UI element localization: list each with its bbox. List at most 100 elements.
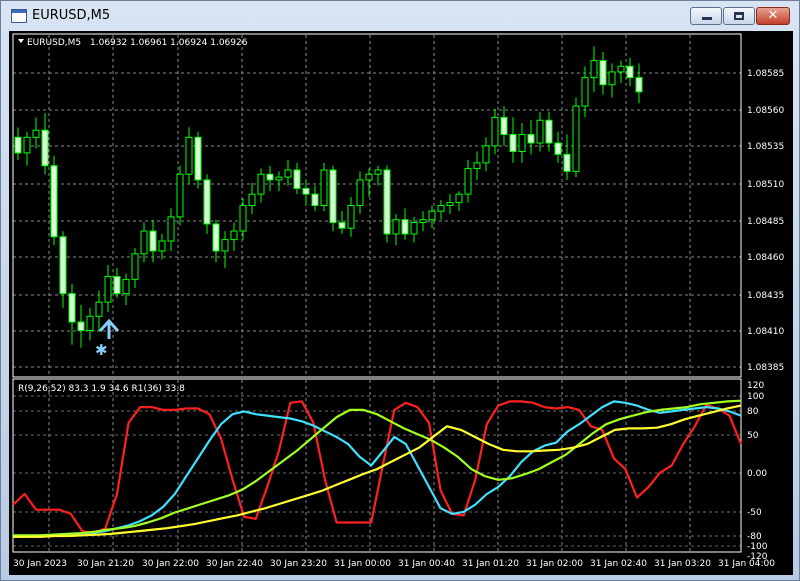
time-axis: 30 Jan 2023 30 Jan 21:20 30 Jan 22:00 30… xyxy=(13,559,775,569)
candle-body xyxy=(23,136,31,154)
close-button[interactable]: ✕ xyxy=(756,7,790,25)
chart-menu-triangle-icon[interactable] xyxy=(18,39,24,43)
candle-body xyxy=(572,105,580,172)
candle-body xyxy=(140,230,148,255)
candle-body xyxy=(635,77,643,93)
minimize-icon xyxy=(702,17,712,20)
price-tick-label: 1.08385 xyxy=(747,363,784,373)
candle-body xyxy=(500,116,508,135)
candle-body xyxy=(482,145,490,164)
time-tick-label: 31 Jan 02:40 xyxy=(590,559,647,569)
candle-body xyxy=(293,169,301,189)
candle-body xyxy=(437,205,445,212)
candle-body xyxy=(419,219,427,224)
candle-body xyxy=(194,136,202,181)
candle-body xyxy=(338,222,346,229)
candle-body xyxy=(473,162,481,170)
price-tick-label: 1.08510 xyxy=(747,180,784,190)
candle-body xyxy=(446,202,454,207)
candle-body xyxy=(32,129,40,138)
candle-body xyxy=(401,219,409,235)
candle-body xyxy=(599,60,607,86)
candle-body xyxy=(149,230,157,252)
candle-body xyxy=(356,179,364,207)
candle-body xyxy=(374,169,382,175)
time-tick-label: 31 Jan 04:00 xyxy=(718,559,775,569)
candle-body xyxy=(608,71,616,86)
maximize-button[interactable] xyxy=(723,7,755,25)
candle-body xyxy=(302,187,310,195)
candle-body xyxy=(347,205,355,229)
candle-body xyxy=(320,169,328,207)
candle-body xyxy=(41,129,49,167)
indicator-lines xyxy=(12,399,743,538)
indicator-tick-label: 100 xyxy=(747,392,764,402)
time-tick-label: 30 Jan 22:00 xyxy=(142,559,199,569)
candle-body xyxy=(563,153,571,172)
indicator-tick-label: 120 xyxy=(747,381,764,391)
chart-canvas[interactable]: EURUSD,M5 1.06932 1.06961 1.06924 1.0692… xyxy=(9,31,793,575)
indicator-tick-label: 0.00 xyxy=(747,469,767,479)
candle-body xyxy=(311,193,319,206)
candle-body xyxy=(230,230,238,241)
time-tick-label: 31 Jan 00:40 xyxy=(398,559,455,569)
candle-body xyxy=(113,276,121,295)
time-tick-label: 31 Jan 00:00 xyxy=(334,559,391,569)
candle-body xyxy=(383,169,391,235)
candle-body xyxy=(464,168,472,195)
indicator-tick-label: 50 xyxy=(747,431,759,441)
chart-window-icon xyxy=(11,9,27,23)
time-tick-label: 30 Jan 23:20 xyxy=(270,559,327,569)
indicator-tick-label: -50 xyxy=(747,508,762,518)
candle-body xyxy=(554,142,562,155)
price-tick-label: 1.08485 xyxy=(747,217,784,227)
candle-body xyxy=(212,223,220,252)
chart-symbol-label: EURUSD,M5 xyxy=(27,38,81,48)
candle-body xyxy=(167,216,175,242)
candle-body xyxy=(257,173,265,195)
indicator-tick-label: -100 xyxy=(747,542,768,552)
window-title: EURUSD,M5 xyxy=(32,8,111,23)
candle-body xyxy=(248,193,256,206)
candle-body xyxy=(50,165,58,238)
candle-body xyxy=(455,193,463,204)
candle-body xyxy=(626,65,634,79)
candle-body xyxy=(86,315,94,332)
time-tick-label: 31 Jan 02:00 xyxy=(526,559,583,569)
candle-body xyxy=(590,60,598,79)
maximize-icon xyxy=(734,12,744,20)
price-tick-label: 1.08535 xyxy=(747,142,784,152)
candle-body xyxy=(329,169,337,224)
minimize-button[interactable] xyxy=(690,7,722,25)
price-tick-label: 1.08560 xyxy=(747,106,784,116)
candle-body xyxy=(491,116,499,147)
title-bar[interactable]: EURUSD,M5 ✕ xyxy=(1,1,799,31)
grid-lines xyxy=(13,35,741,551)
candle-body xyxy=(104,276,112,303)
candle-body xyxy=(239,205,247,232)
candle-body xyxy=(266,173,274,181)
candle-body xyxy=(68,293,76,323)
price-tick-label: 1.08460 xyxy=(747,253,784,263)
chart-window: EURUSD,M5 ✕ EURUSD,M5 1.06932 1.06961 1.… xyxy=(0,0,800,581)
price-tick-label: 1.08435 xyxy=(747,291,784,301)
candle-body xyxy=(410,222,418,235)
close-icon: ✕ xyxy=(767,8,779,23)
time-tick-label: 31 Jan 03:20 xyxy=(654,559,711,569)
candle-body xyxy=(428,210,436,221)
time-tick-label: 30 Jan 22:40 xyxy=(206,559,263,569)
candle-body xyxy=(176,173,184,218)
candle-body xyxy=(284,169,292,178)
indicator-line-r xyxy=(12,400,743,535)
candle-body xyxy=(536,119,544,144)
price-tick-label: 1.08410 xyxy=(747,327,784,337)
candle-body xyxy=(59,236,67,295)
chart-ohlc-readout: 1.06932 1.06961 1.06924 1.06926 xyxy=(90,38,248,48)
price-tick-label: 1.08585 xyxy=(747,69,784,79)
candle-body xyxy=(122,278,130,295)
candle-body xyxy=(545,119,553,144)
chart-area[interactable]: EURUSD,M5 1.06932 1.06961 1.06924 1.0692… xyxy=(9,31,793,575)
main-panel-frame xyxy=(12,33,742,378)
candle-body xyxy=(203,179,211,225)
candle-body xyxy=(527,133,535,144)
